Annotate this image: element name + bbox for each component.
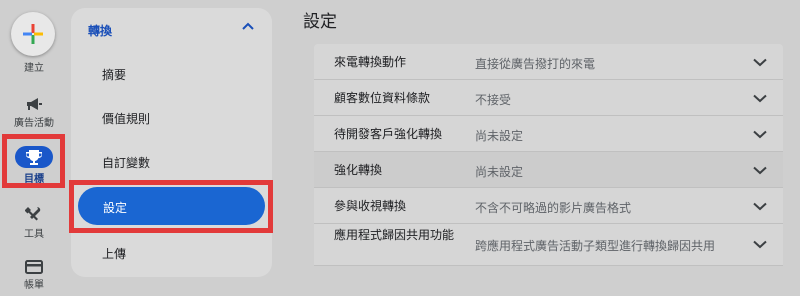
- create-button[interactable]: [11, 12, 55, 56]
- subnav-item-value-rules[interactable]: 價值規則: [102, 110, 150, 127]
- setting-value: 直接從廣告撥打的來電: [475, 57, 596, 71]
- setting-label: 待開發客戶強化轉換: [334, 127, 443, 141]
- chevron-down-icon[interactable]: [753, 202, 767, 211]
- settings-row[interactable]: 待開發客戶強化轉換 尚未設定: [314, 116, 783, 152]
- credit-card-icon: [25, 260, 43, 274]
- tools-icon: [25, 207, 41, 221]
- settings-row[interactable]: 來電轉換動作 直接從廣告撥打的來電: [314, 44, 783, 80]
- setting-label: 來電轉換動作: [334, 55, 407, 69]
- subnav-item-summary[interactable]: 摘要: [102, 66, 126, 83]
- setting-value: 跨應用程式廣告活動子類型進行轉換歸因共用: [475, 239, 716, 253]
- setting-value: 不含不可略過的影片廣告格式: [475, 201, 632, 215]
- settings-row[interactable]: 強化轉換 尚未設定: [314, 152, 783, 188]
- chevron-down-icon[interactable]: [753, 94, 767, 103]
- chevron-down-icon[interactable]: [753, 130, 767, 139]
- page-title: 設定: [303, 12, 337, 32]
- left-rail: 建立 廣告活動 目標 工具 帳單: [0, 0, 68, 296]
- setting-label: 應用程式歸因共用功能: [334, 228, 455, 242]
- rail-item-tools[interactable]: 工具: [0, 205, 68, 240]
- highlight-box-goals: [2, 134, 65, 188]
- setting-label: 參與收視轉換: [334, 199, 407, 213]
- rail-item-campaigns[interactable]: 廣告活動: [0, 96, 68, 129]
- megaphone-icon: [27, 98, 42, 110]
- rail-item-label: 廣告活動: [14, 118, 54, 129]
- subnav-section-title[interactable]: 轉換: [88, 22, 112, 39]
- settings-row[interactable]: 參與收視轉換 不含不可略過的影片廣告格式: [314, 188, 783, 224]
- highlight-box-settings: [69, 180, 273, 233]
- chevron-up-icon[interactable]: [242, 22, 254, 30]
- rail-item-billing[interactable]: 帳單: [0, 260, 68, 291]
- settings-row[interactable]: 顧客數位資料條款 不接受: [314, 80, 783, 116]
- setting-label: 強化轉換: [334, 163, 383, 177]
- subnav-item-custom-variables[interactable]: 自訂變數: [102, 154, 150, 171]
- settings-list: 來電轉換動作 直接從廣告撥打的來電 顧客數位資料條款 不接受 待開發客戶強化轉換…: [314, 44, 783, 266]
- conversions-subnav: 轉換 摘要 價值規則 自訂變數 上傳: [71, 8, 272, 277]
- rail-item-label: 帳單: [24, 280, 44, 291]
- plus-icon: [23, 24, 43, 44]
- subnav-item-uploads[interactable]: 上傳: [102, 245, 126, 262]
- rail-item-label: 工具: [24, 229, 44, 240]
- setting-value: 尚未設定: [475, 165, 524, 179]
- setting-label: 顧客數位資料條款: [334, 91, 431, 105]
- chevron-down-icon[interactable]: [753, 166, 767, 175]
- setting-value: 尚未設定: [475, 129, 524, 143]
- setting-value: 不接受: [475, 93, 512, 107]
- create-label: 建立: [24, 63, 44, 74]
- settings-row[interactable]: 應用程式歸因共用功能 跨應用程式廣告活動子類型進行轉換歸因共用: [314, 224, 783, 266]
- chevron-down-icon[interactable]: [753, 240, 767, 249]
- chevron-down-icon[interactable]: [753, 58, 767, 67]
